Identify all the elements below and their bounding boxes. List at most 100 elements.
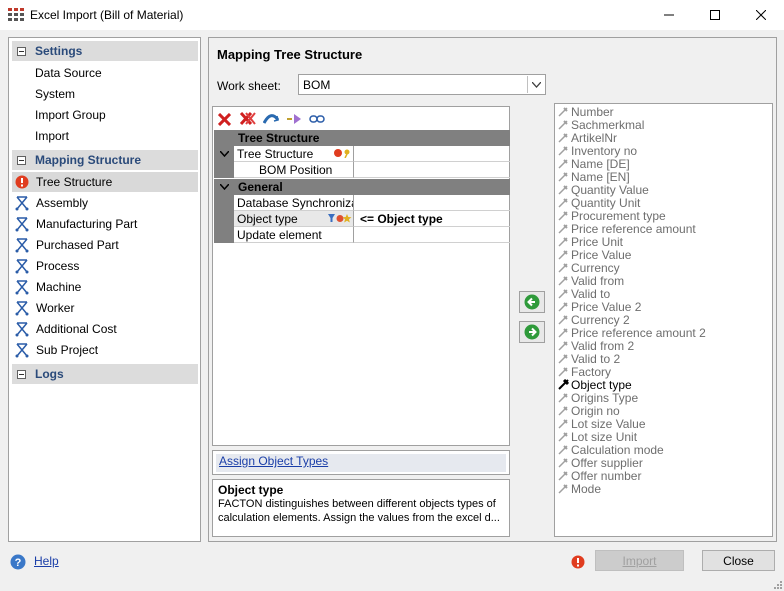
- pin-icon: [555, 287, 571, 300]
- list-item[interactable]: Origin no: [555, 403, 772, 418]
- svg-text:?: ?: [15, 557, 22, 569]
- section-mapping-structure[interactable]: Mapping Structure: [12, 150, 198, 170]
- collapse-icon[interactable]: [17, 155, 26, 165]
- collapse-icon[interactable]: [17, 46, 26, 56]
- nav-additional-cost[interactable]: Additional Cost: [12, 319, 198, 339]
- nav-sub-project[interactable]: Sub Project: [12, 340, 198, 360]
- row-object-type[interactable]: Object type <= Object type: [214, 211, 510, 227]
- help-icon[interactable]: ?: [10, 554, 26, 570]
- list-item[interactable]: ArtikelNr: [555, 131, 772, 145]
- field-label: Valid from 2: [571, 338, 635, 353]
- nav-manufacturing-part[interactable]: Manufacturing Part: [12, 214, 198, 234]
- list-item[interactable]: Factory: [555, 365, 772, 379]
- field-label: Origin no: [571, 403, 620, 418]
- list-item[interactable]: Offer number: [555, 469, 772, 483]
- section-settings[interactable]: Settings: [12, 41, 198, 61]
- nav-data-source[interactable]: Data Source: [35, 66, 102, 80]
- auto-map-icon[interactable]: [262, 111, 279, 128]
- assign-left-button[interactable]: [519, 291, 545, 313]
- nav-purchased-part[interactable]: Purchased Part: [12, 235, 198, 255]
- list-item-active[interactable]: Object type: [555, 377, 772, 392]
- list-item[interactable]: Mode: [555, 482, 772, 496]
- nav-process[interactable]: Process: [12, 256, 198, 276]
- help-link[interactable]: Help: [34, 554, 59, 568]
- list-item[interactable]: Valid from: [555, 274, 772, 288]
- list-item[interactable]: Quantity Value: [555, 183, 772, 197]
- list-item[interactable]: Currency 2: [555, 313, 772, 327]
- row-value[interactable]: <= Object type: [354, 211, 510, 227]
- pin-icon: [555, 352, 571, 365]
- section-settings-label: Settings: [35, 44, 83, 58]
- gutter: [214, 227, 234, 243]
- field-label: Object type: [571, 377, 632, 392]
- list-item[interactable]: Lot size Unit: [555, 430, 772, 444]
- field-label: Name [EN]: [571, 169, 630, 184]
- list-item[interactable]: Price Unit: [555, 235, 772, 249]
- excel-fields-list[interactable]: Number Sachmerkmal ArtikelNr Inventory n…: [554, 103, 773, 537]
- gutter: [214, 162, 234, 178]
- row-value[interactable]: [354, 195, 510, 211]
- list-item[interactable]: Quantity Unit: [555, 196, 772, 210]
- worksheet-select[interactable]: BOM: [298, 74, 546, 95]
- list-item[interactable]: Valid from 2: [555, 338, 772, 353]
- delete-icon[interactable]: [216, 111, 233, 128]
- pin-icon: [555, 378, 571, 391]
- assign-object-types-link[interactable]: Assign Object Types: [219, 454, 328, 468]
- collapse-icon[interactable]: [17, 369, 26, 379]
- structure-icon: [14, 279, 30, 295]
- list-item[interactable]: Currency: [555, 261, 772, 275]
- row-tree-structure[interactable]: Tree Structure: [214, 146, 510, 162]
- import-button[interactable]: Import: [595, 550, 684, 571]
- resize-grip-icon[interactable]: [772, 579, 782, 589]
- link-icon[interactable]: [308, 111, 325, 128]
- add-mapping-icon[interactable]: [285, 111, 302, 128]
- close-button[interactable]: Close: [702, 550, 775, 571]
- list-item[interactable]: Price reference amount: [555, 222, 772, 236]
- maximize-button[interactable]: [692, 0, 738, 30]
- list-item[interactable]: Calculation mode: [555, 443, 772, 457]
- category-tree-structure[interactable]: Tree Structure: [214, 130, 510, 146]
- minimize-button[interactable]: [646, 0, 692, 30]
- field-label: Offer supplier: [571, 455, 643, 470]
- row-value[interactable]: [354, 227, 510, 243]
- row-bom-position[interactable]: BOM Position: [214, 162, 510, 178]
- close-window-button[interactable]: [738, 0, 784, 30]
- nav-worker[interactable]: Worker: [12, 298, 198, 318]
- list-item[interactable]: Valid to 2: [555, 352, 772, 366]
- arrow-left-icon: [524, 294, 540, 310]
- nav-assembly[interactable]: Assembly: [12, 193, 198, 213]
- list-item[interactable]: Name [EN]: [555, 169, 772, 184]
- list-item[interactable]: Price reference amount 2: [555, 326, 772, 340]
- pin-icon: [555, 157, 571, 170]
- expand-chevron-icon[interactable]: [214, 179, 234, 195]
- field-label: Inventory no: [571, 143, 638, 158]
- list-item[interactable]: Inventory no: [555, 143, 772, 158]
- nav-import[interactable]: Import: [35, 129, 69, 143]
- expand-chevron-icon[interactable]: [214, 146, 234, 162]
- row-value[interactable]: [354, 146, 510, 162]
- pin-icon: [555, 326, 571, 339]
- nav-system[interactable]: System: [35, 87, 75, 101]
- list-item[interactable]: Price Value: [555, 248, 772, 262]
- list-item[interactable]: Lot size Value: [555, 417, 772, 431]
- list-item[interactable]: Name [DE]: [555, 157, 772, 171]
- category-general[interactable]: General: [214, 179, 510, 195]
- nav-tree-structure[interactable]: Tree Structure: [12, 172, 198, 192]
- assign-right-button[interactable]: [519, 321, 545, 343]
- worksheet-value: BOM: [303, 77, 331, 92]
- row-update-element[interactable]: Update element: [214, 227, 510, 243]
- list-item[interactable]: Origins Type: [555, 391, 772, 405]
- nav-machine[interactable]: Machine: [12, 277, 198, 297]
- row-database-sync[interactable]: Database Synchronizat: [214, 195, 510, 211]
- nav-import-group[interactable]: Import Group: [35, 108, 106, 122]
- list-item[interactable]: Valid to: [555, 287, 772, 301]
- chevron-down-icon[interactable]: [527, 76, 544, 93]
- list-item[interactable]: Offer supplier: [555, 455, 772, 470]
- section-logs[interactable]: Logs: [12, 364, 198, 384]
- list-item[interactable]: Sachmerkmal: [555, 118, 772, 132]
- delete-all-icon[interactable]: [239, 111, 256, 128]
- list-item[interactable]: Number: [555, 105, 772, 119]
- list-item[interactable]: Procurement type: [555, 209, 772, 223]
- list-item[interactable]: Price Value 2: [555, 300, 772, 314]
- row-value[interactable]: [354, 162, 510, 178]
